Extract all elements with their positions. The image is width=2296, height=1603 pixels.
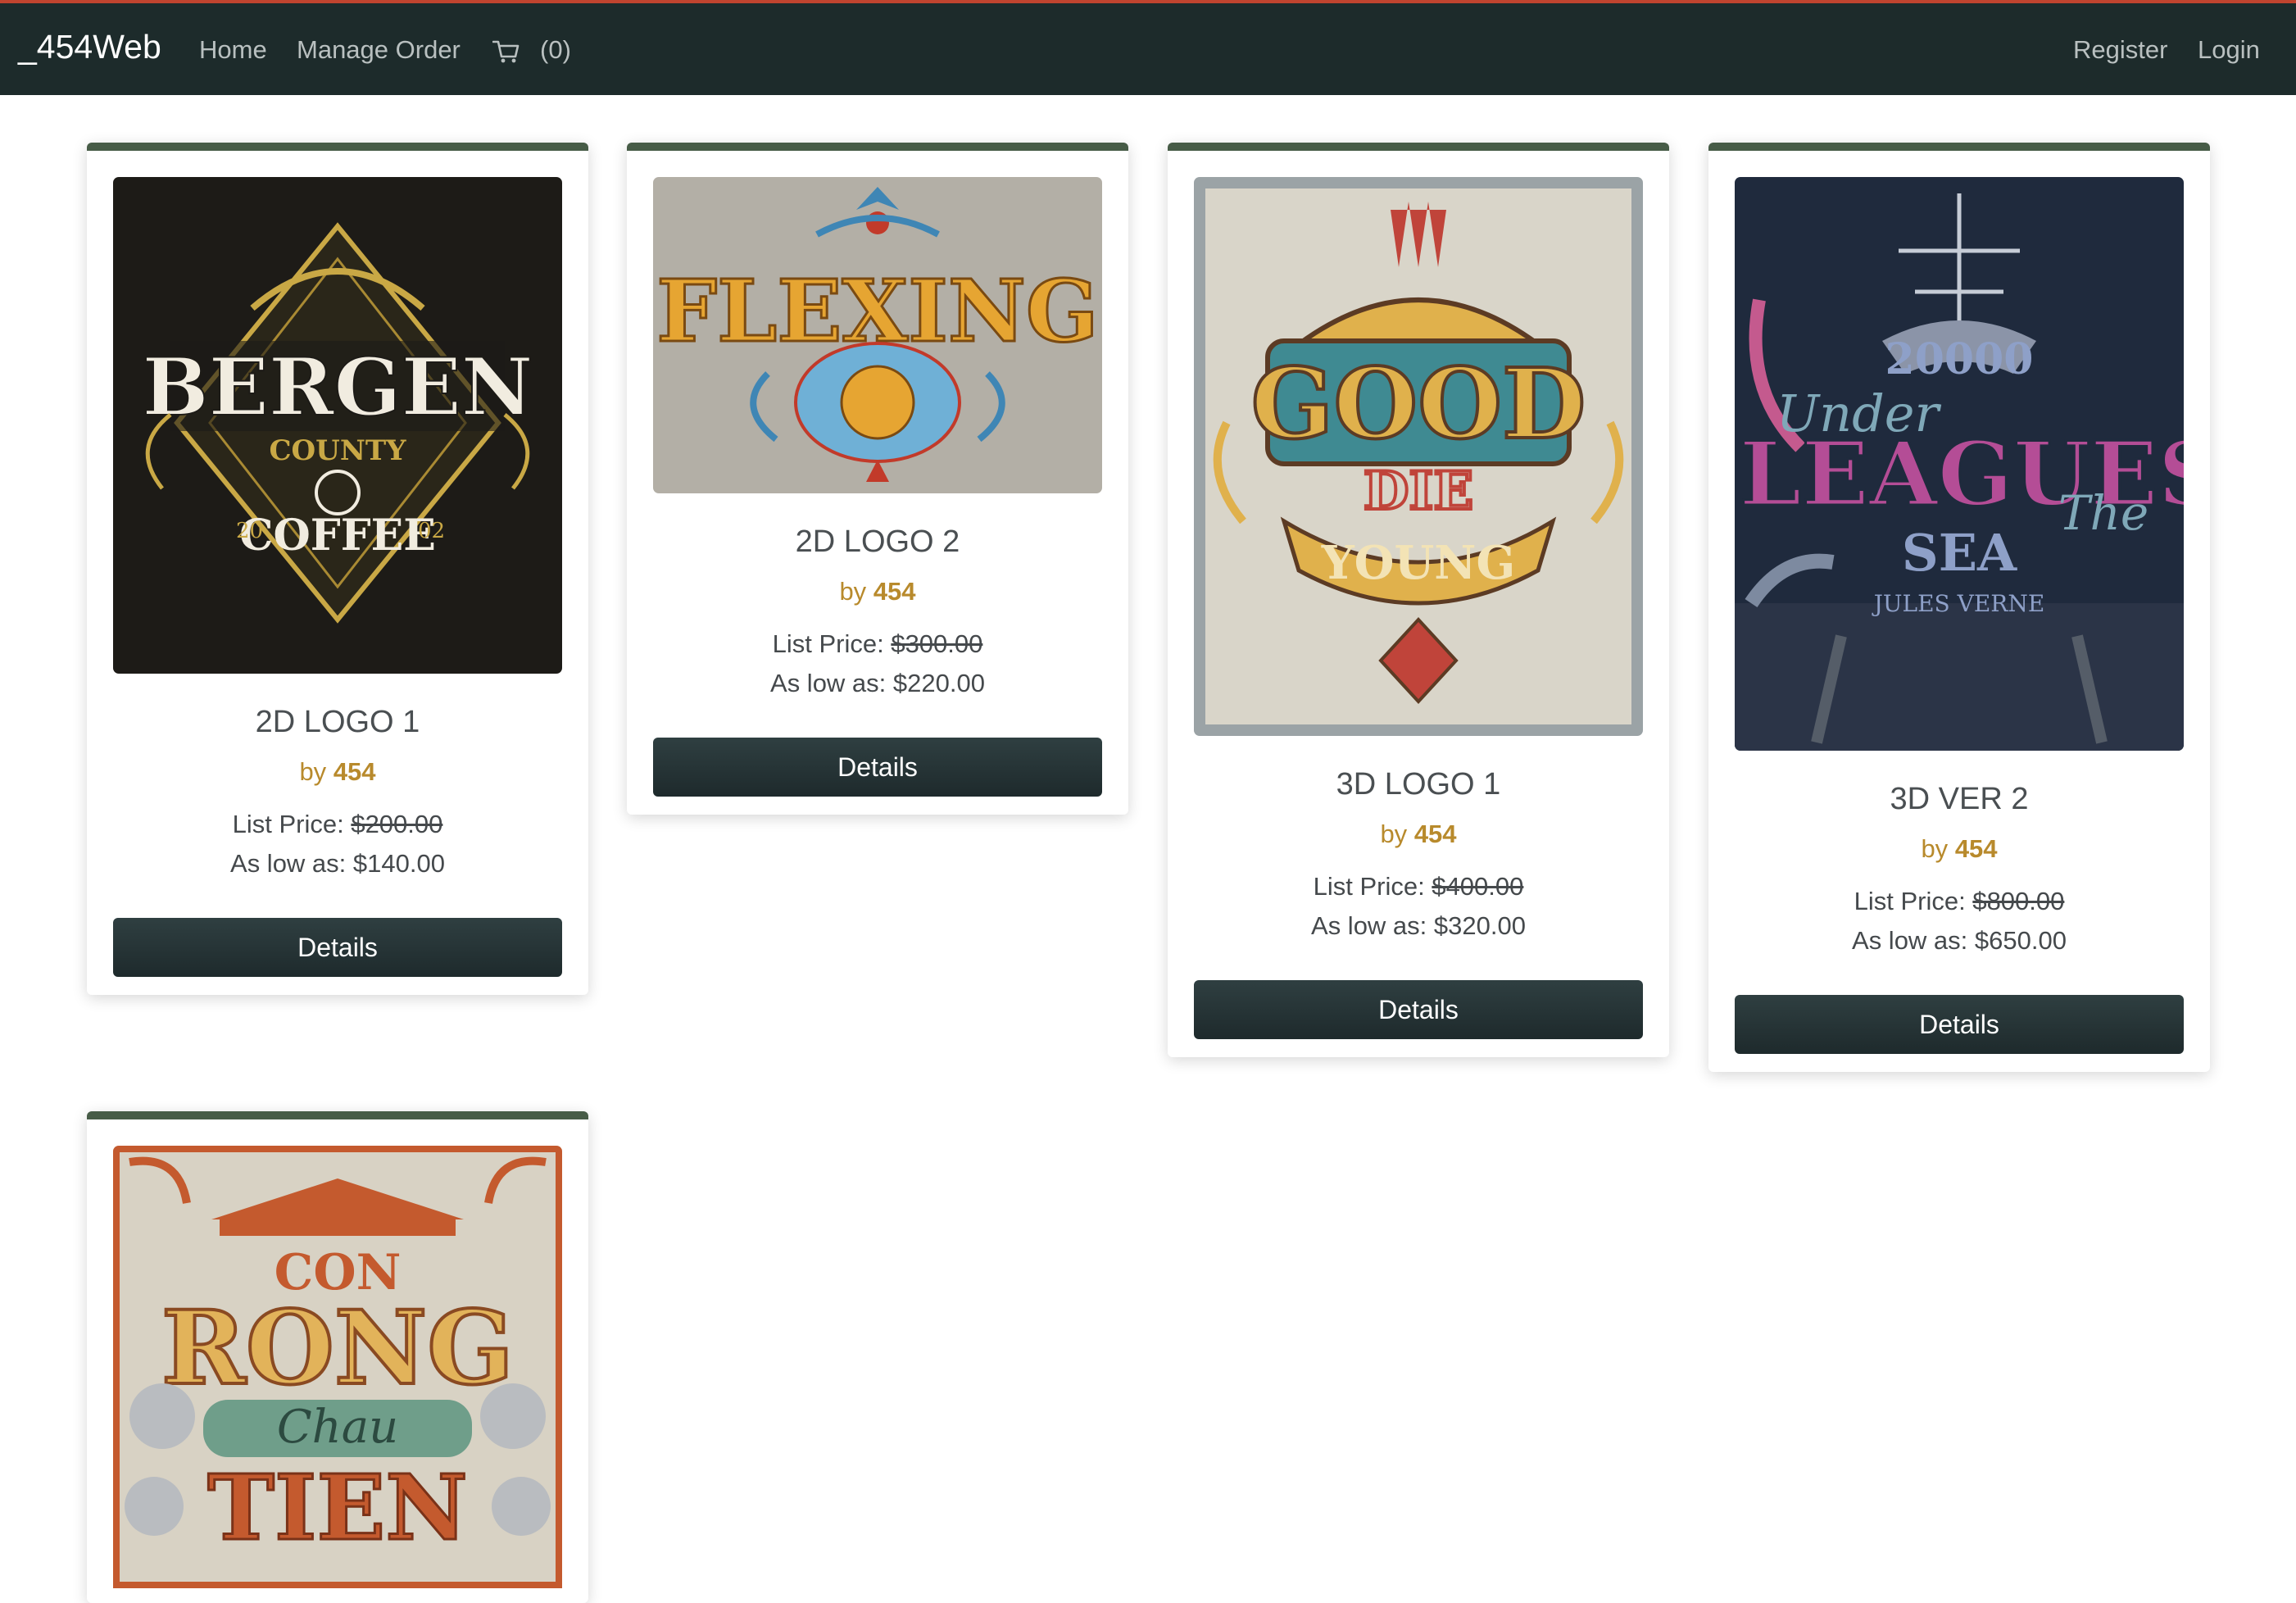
by-label: by [1380, 820, 1408, 848]
product-author: by 454 [87, 757, 588, 787]
brand-logo[interactable]: _454Web [18, 28, 161, 66]
list-price-line: List Price: $200.00 [87, 810, 588, 839]
product-title[interactable]: 3D VER 2 [1708, 782, 2210, 817]
svg-text:SEA: SEA [1902, 523, 2017, 583]
details-button[interactable]: Details [1194, 980, 1643, 1039]
list-price-value: $800.00 [1972, 887, 2065, 915]
low-price-line: As low as: $650.00 [1708, 926, 2210, 956]
details-button[interactable]: Details [653, 738, 1102, 797]
product-card: BERGEN COUNTY COFFEE 20 02 2D LOGO 1 by … [87, 143, 588, 995]
product-card: 20000 Under LEAGUES The SEA JULES VERNE … [1708, 143, 2210, 1072]
product-card: CON RONG Chau TIEN [87, 1111, 588, 1603]
list-price-label: List Price: [772, 629, 884, 658]
svg-text:DIE: DIE [1364, 461, 1473, 522]
svg-text:BERGEN: BERGEN [143, 341, 533, 434]
by-label: by [299, 757, 327, 786]
nav-login[interactable]: Login [2198, 35, 2260, 65]
svg-text:COFFEE: COFFEE [239, 511, 436, 561]
svg-text:RONG: RONG [161, 1289, 514, 1408]
navbar: _454Web Home Manage Order (0) Register L… [0, 0, 2296, 95]
list-price-value: $300.00 [891, 629, 983, 658]
svg-text:20: 20 [236, 519, 263, 543]
list-price-line: List Price: $300.00 [627, 629, 1128, 659]
cart-icon[interactable] [492, 39, 520, 64]
low-price-label: As low as: [1311, 911, 1427, 940]
product-image[interactable]: BERGEN COUNTY COFFEE 20 02 [113, 177, 562, 674]
product-image[interactable]: CON RONG Chau TIEN [113, 1146, 562, 1588]
product-image[interactable]: 20000 Under LEAGUES The SEA JULES VERNE [1735, 177, 2184, 751]
svg-text:The: The [2058, 485, 2149, 541]
product-card: GOOD DIE YOUNG 3D LOGO 1 by 454 List Pri… [1168, 143, 1669, 1057]
author-name: 454 [1413, 820, 1457, 848]
nav-home[interactable]: Home [199, 35, 267, 65]
nav-register[interactable]: Register [2073, 35, 2167, 65]
details-button[interactable]: Details [113, 918, 562, 977]
low-price-line: As low as: $320.00 [1168, 911, 1669, 941]
product-author: by 454 [1708, 834, 2210, 864]
by-label: by [1921, 834, 1949, 863]
low-price-label: As low as: [770, 669, 887, 697]
low-price-value: $220.00 [892, 669, 985, 697]
svg-text:JULES VERNE: JULES VERNE [1872, 590, 2045, 617]
svg-text:YOUNG: YOUNG [1321, 536, 1516, 590]
author-name: 454 [873, 577, 916, 606]
list-price-line: List Price: $400.00 [1168, 872, 1669, 901]
low-price-value: $320.00 [1433, 911, 1526, 940]
low-price-label: As low as: [1852, 926, 1968, 955]
list-price-label: List Price: [1313, 872, 1425, 901]
product-title[interactable]: 2D LOGO 1 [87, 705, 588, 740]
author-name: 454 [333, 757, 376, 786]
low-price-value: $650.00 [1974, 926, 2067, 955]
svg-text:GOOD: GOOD [1251, 347, 1586, 461]
cart-count[interactable]: (0) [540, 35, 571, 65]
list-price-value: $400.00 [1432, 872, 1524, 901]
low-price-value: $140.00 [352, 849, 445, 878]
low-price-line: As low as: $220.00 [627, 669, 1128, 698]
svg-text:Chau: Chau [277, 1401, 398, 1454]
product-image[interactable]: FLEXING [653, 177, 1102, 493]
author-name: 454 [1954, 834, 1998, 863]
product-author: by 454 [627, 577, 1128, 606]
svg-text:COUNTY: COUNTY [270, 434, 407, 467]
list-price-label: List Price: [1854, 887, 1966, 915]
low-price-label: As low as: [230, 849, 347, 878]
list-price-value: $200.00 [351, 810, 443, 838]
product-author: by 454 [1168, 820, 1669, 849]
nav-manage-order[interactable]: Manage Order [297, 35, 461, 65]
low-price-line: As low as: $140.00 [87, 849, 588, 879]
product-title[interactable]: 3D LOGO 1 [1168, 767, 1669, 802]
svg-text:02: 02 [418, 519, 445, 543]
product-image[interactable]: GOOD DIE YOUNG [1194, 177, 1643, 736]
product-card: FLEXING 2D LOGO 2 by 454 List Price: $30… [627, 143, 1128, 815]
product-title[interactable]: 2D LOGO 2 [627, 524, 1128, 560]
by-label: by [839, 577, 867, 606]
svg-text:TIEN: TIEN [207, 1455, 468, 1560]
list-price-label: List Price: [232, 810, 344, 838]
svg-text:20000: 20000 [1885, 334, 2034, 384]
details-button[interactable]: Details [1735, 995, 2184, 1054]
list-price-line: List Price: $800.00 [1708, 887, 2210, 916]
